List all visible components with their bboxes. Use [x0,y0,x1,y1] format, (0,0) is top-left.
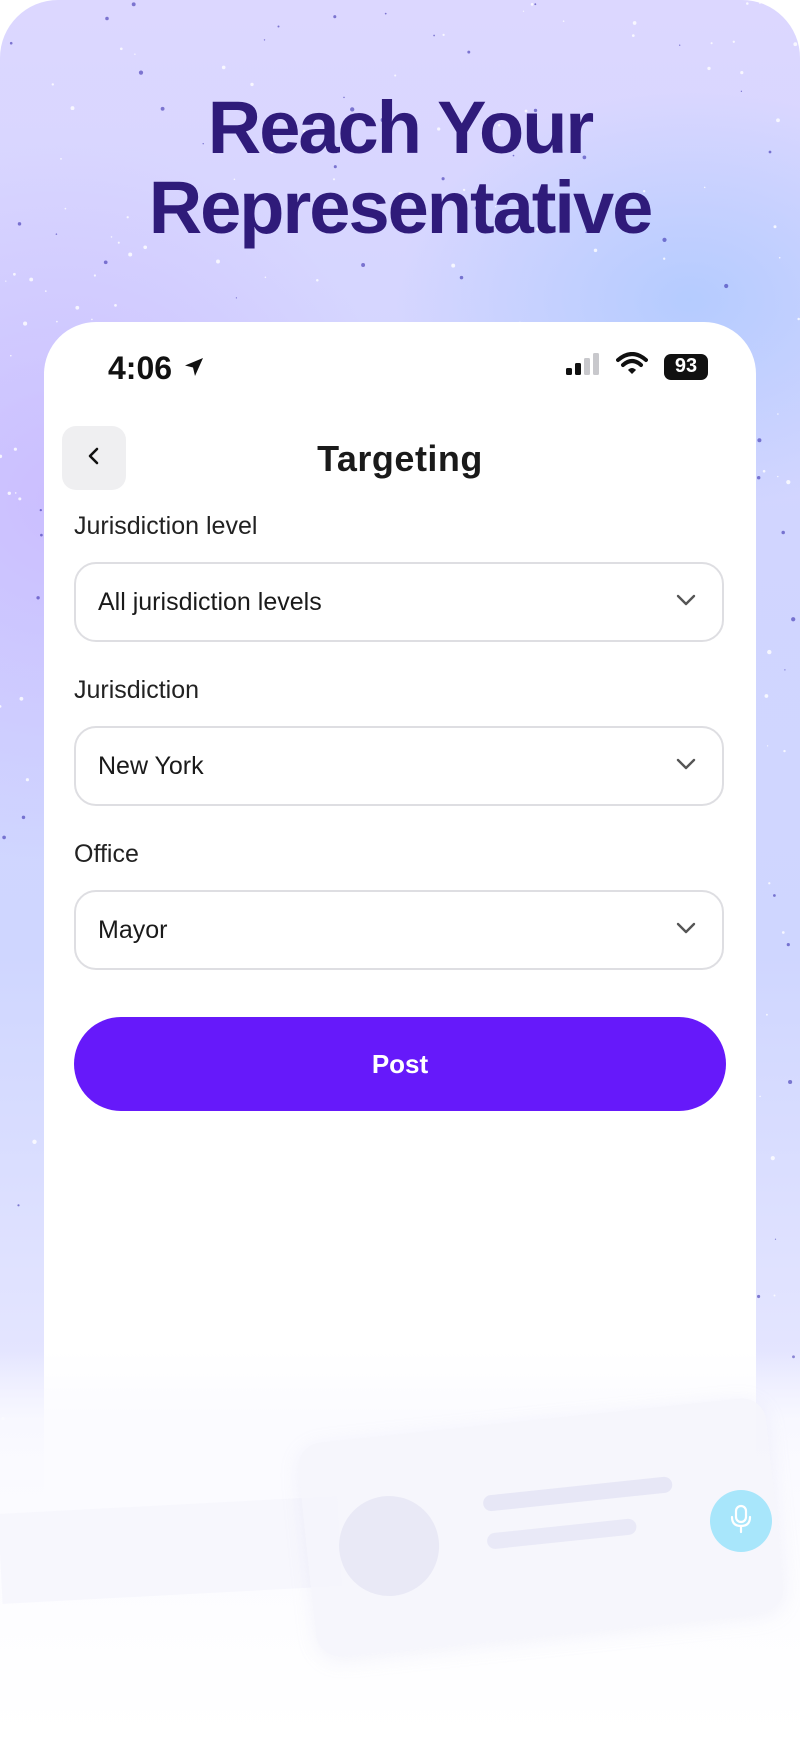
jurisdiction-level-label: Jurisdiction level [74,512,258,540]
background-card-avatar [334,1491,445,1601]
location-arrow-icon [182,350,206,387]
status-bar-indicators: 93 [564,352,708,381]
jurisdiction-value: New York [98,751,204,780]
background-card-line [486,1518,638,1550]
jurisdiction-level-select[interactable]: All jurisdiction levels [74,562,724,642]
jurisdiction-level-value: All jurisdiction levels [98,587,322,616]
background-card-line [482,1476,674,1512]
office-value: Mayor [98,915,168,944]
jurisdiction-label: Jurisdiction [74,676,200,704]
chevron-down-icon [674,916,698,945]
office-label: Office [74,840,139,868]
chevron-down-icon [674,752,698,781]
battery-indicator: 93 [664,353,708,380]
status-bar-time: 4:06 [108,350,206,387]
cellular-signal-icon [564,352,600,381]
screen-title: Targeting [317,438,483,479]
headline: Reach Your Representative [0,88,800,248]
microphone-button[interactable] [710,1490,772,1552]
microphone-icon [728,1504,754,1539]
time-text: 4:06 [108,350,173,386]
headline-line-1: Reach Your [207,86,594,169]
post-button[interactable]: Post [74,1017,726,1111]
chevron-down-icon [674,588,698,617]
wifi-icon [616,352,648,381]
background-card-strip [0,1496,343,1604]
jurisdiction-select[interactable]: New York [74,726,724,806]
office-select[interactable]: Mayor [74,890,724,970]
headline-line-2: Representative [148,166,654,249]
